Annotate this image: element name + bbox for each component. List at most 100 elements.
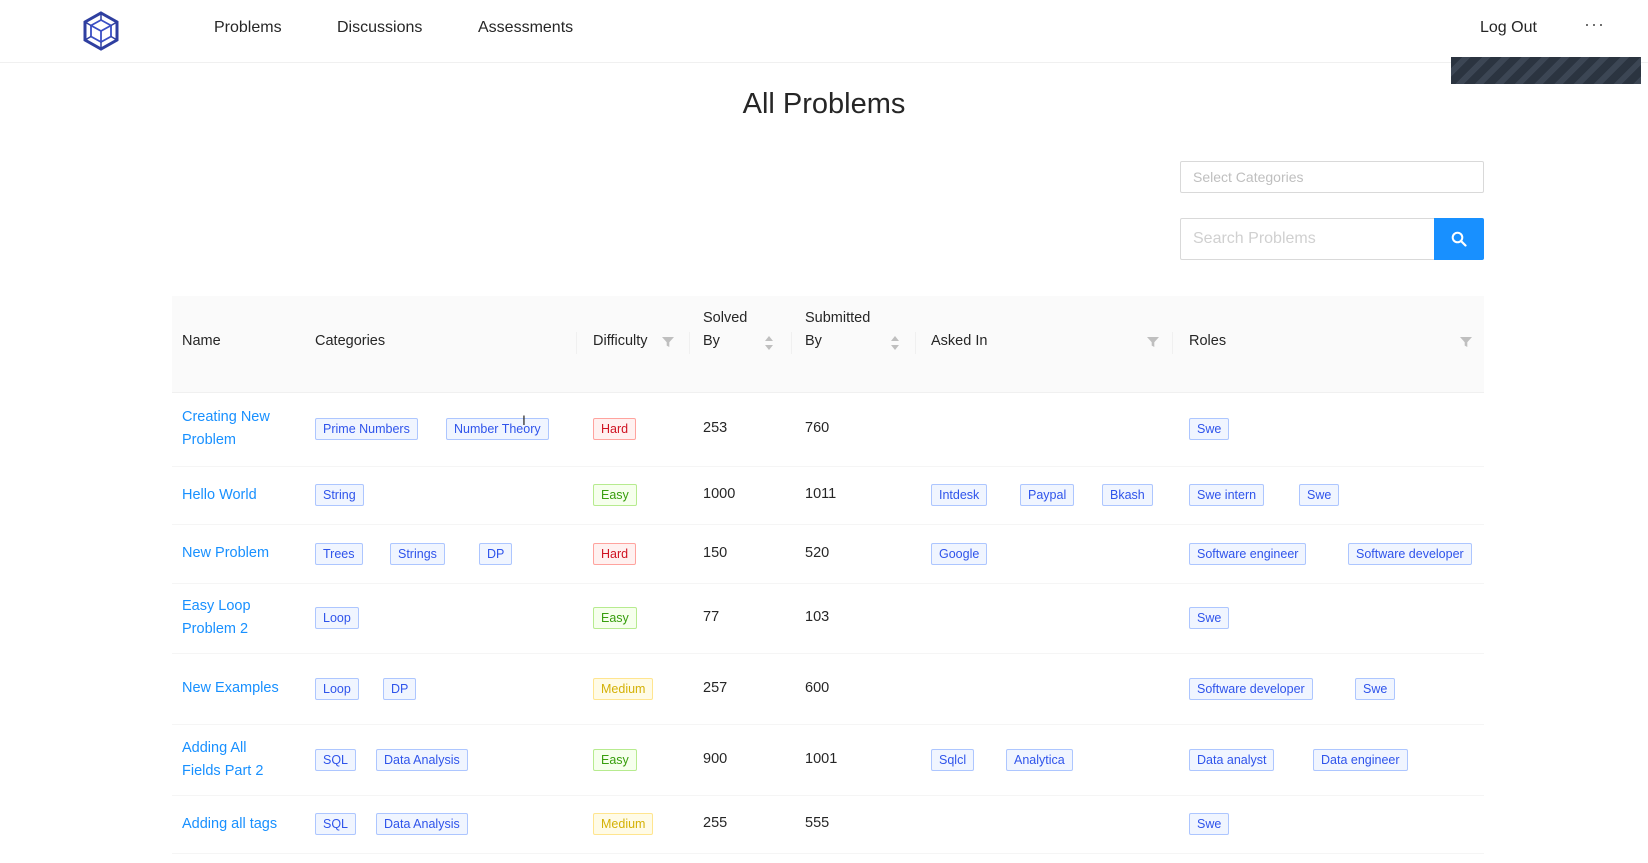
company-tag[interactable]: Analytica [1006,748,1073,771]
ellipsis-icon[interactable]: ··· [1584,14,1605,35]
search-icon [1451,231,1467,247]
problem-link[interactable]: New Problem [182,545,269,561]
category-tag[interactable]: Number Theory [446,418,549,440]
role-tag[interactable]: Swe [1299,484,1340,506]
difficulty-badge: Easy [593,607,637,629]
submitted-count: 760 [805,420,830,436]
column-divider [1172,332,1173,354]
category-tag[interactable]: SQL [315,748,357,771]
difficulty-badge: Easy [593,748,637,771]
categories-select[interactable]: Select Categories [1180,161,1484,193]
table-row: New Examples Loop DP Medium 257 600 Software d… [172,653,1484,725]
filter-icon[interactable] [1460,336,1472,348]
problem-name: Hello World [182,484,257,507]
category-tag[interactable]: DP [383,677,417,700]
column-divider [689,332,690,354]
role-tag[interactable]: Software engineer [1189,542,1307,565]
problem-link[interactable]: Adding All [182,740,247,756]
category-tag[interactable]: Prime Numbers [315,418,418,440]
problem-name: Creating New Problem [182,406,270,452]
header-submitted-line1: Submitted [805,310,871,326]
role-tag[interactable]: Swe [1189,607,1230,629]
role-tag[interactable]: Software developer [1189,677,1313,700]
company-tag[interactable]: Intdesk [931,484,988,506]
filter-icon[interactable] [662,336,674,348]
solved-count: 1000 [703,486,736,502]
sort-icon[interactable] [890,335,900,351]
column-divider [915,332,916,354]
nav-discussions[interactable]: Discussions [337,19,422,37]
category-tag[interactable]: Strings [390,542,445,565]
problem-name: New Examples [182,677,279,700]
problem-link[interactable]: Creating New [182,409,270,425]
nav-assessments[interactable]: Assessments [478,19,573,37]
submitted-count: 555 [805,815,830,831]
column-divider [576,332,577,354]
problem-name: New Problem [182,542,269,565]
submitted-count: 1001 [805,750,838,767]
problem-link[interactable]: Adding all tags [182,816,277,832]
header-name: Name [182,333,221,349]
filter-icon[interactable] [1147,336,1159,348]
role-tag[interactable]: Swe [1189,418,1230,440]
category-tag[interactable]: Loop [315,677,359,700]
header-categories: Categories [315,333,386,349]
difficulty-badge: Medium [593,813,654,835]
difficulty-badge: Hard [593,542,637,565]
category-tag[interactable]: Data Analysis [376,813,468,835]
submitted-count: 1011 [805,486,837,502]
header-solved-by: Solved By [703,307,747,353]
search-input[interactable] [1180,218,1434,260]
search-button[interactable] [1434,218,1484,260]
role-tag[interactable]: Swe [1355,677,1396,700]
dark-banner [1451,57,1641,84]
text-cursor-icon: I [522,412,526,428]
company-tag[interactable]: Sqlcl [931,748,975,771]
problem-name: Adding all tags [182,813,277,836]
solved-count: 253 [703,420,728,436]
submitted-count: 600 [805,679,830,696]
submitted-count: 103 [805,609,830,625]
logout-link[interactable]: Log Out [1480,19,1537,37]
header-solved-line2: By [703,333,720,349]
page-title: All Problems [742,88,906,120]
problem-link[interactable]: Easy Loop [182,598,251,614]
company-tag[interactable]: Paypal [1020,484,1075,506]
difficulty-badge: Hard [593,418,637,440]
difficulty-badge: Easy [593,484,637,506]
category-tag[interactable]: Loop [315,607,359,629]
table-row: Hello World String Easy 1000 1011 Intdesk Payp… [172,466,1484,525]
problem-name: Easy Loop Problem 2 [182,595,251,641]
role-tag[interactable]: Swe intern [1189,484,1265,506]
header-asked-in: Asked In [931,333,988,349]
category-tag[interactable]: String [315,484,364,506]
nav-problems[interactable]: Problems [214,19,282,37]
category-tag[interactable]: Trees [315,542,363,565]
role-tag[interactable]: Data engineer [1313,748,1408,771]
table-row: Creating New Problem Prime Numbers Number T… [172,392,1484,467]
company-tag[interactable]: Google [931,542,988,565]
problem-link[interactable]: Problem 2 [182,621,248,637]
category-tag[interactable]: Data Analysis [376,748,468,771]
problem-link[interactable]: Problem [182,432,236,448]
solved-count: 900 [703,750,728,767]
role-tag[interactable]: Software developer [1348,542,1472,565]
category-tag[interactable]: DP [479,542,513,565]
cube-logo-icon[interactable] [81,11,121,51]
role-tag[interactable]: Data analyst [1189,748,1275,771]
table-header: Name Categories Difficulty Solved By Subm… [172,296,1484,393]
role-tag[interactable]: Swe [1189,813,1230,835]
solved-count: 257 [703,679,728,696]
header-difficulty: Difficulty [593,333,648,349]
category-tag[interactable]: SQL [315,813,357,835]
top-header: Problems Discussions Assessments Log Out… [0,0,1648,63]
header-submitted-line2: By [805,333,822,349]
problem-link[interactable]: Fields Part 2 [182,763,263,779]
problem-link[interactable]: Hello World [182,487,257,503]
company-tag[interactable]: Bkash [1102,484,1153,506]
solved-count: 77 [703,609,720,625]
solved-count: 255 [703,815,728,831]
sort-icon[interactable] [764,335,774,351]
header-submitted-by: Submitted By [805,307,870,353]
problem-link[interactable]: New Examples [182,680,279,696]
